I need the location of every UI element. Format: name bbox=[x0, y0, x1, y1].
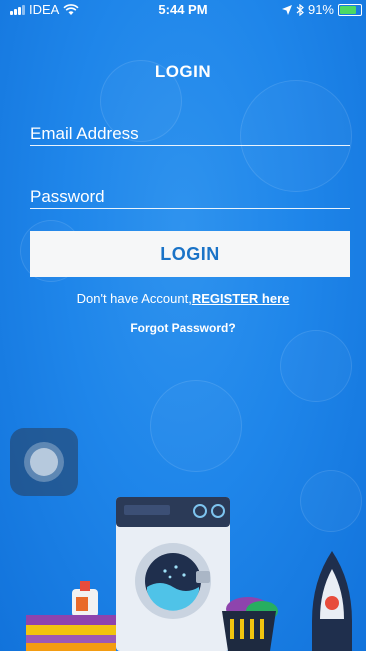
forgot-password-link[interactable]: Forgot Password? bbox=[0, 321, 366, 335]
laundry-basket-icon bbox=[222, 597, 278, 651]
battery-percent: 91% bbox=[307, 2, 334, 17]
status-bar: IDEA 5:44 PM 91% bbox=[0, 0, 366, 20]
email-field bbox=[30, 124, 350, 146]
battery-icon bbox=[338, 3, 362, 16]
background-bubble bbox=[150, 380, 242, 472]
password-field bbox=[30, 187, 350, 209]
login-button[interactable]: LOGIN bbox=[30, 231, 350, 277]
towel-stack-icon bbox=[26, 615, 116, 651]
iron-icon bbox=[312, 551, 352, 651]
laundry-illustration bbox=[26, 497, 352, 651]
location-icon bbox=[281, 4, 292, 15]
login-screen: IDEA 5:44 PM 91% LOGIN LOGIN Don't have … bbox=[0, 0, 366, 651]
background-bubble bbox=[280, 330, 352, 402]
email-input[interactable] bbox=[30, 124, 350, 145]
assistive-touch-dot bbox=[30, 448, 58, 476]
register-link[interactable]: REGISTER here bbox=[192, 291, 290, 306]
register-prompt: Don't have Account,REGISTER here bbox=[0, 291, 366, 306]
page-title: LOGIN bbox=[154, 62, 212, 81]
washing-machine-icon bbox=[116, 497, 230, 651]
bluetooth-icon bbox=[296, 3, 304, 16]
register-prefix-text: Don't have Account, bbox=[76, 291, 192, 306]
password-input[interactable] bbox=[30, 187, 350, 208]
detergent-icon bbox=[72, 581, 98, 617]
assistive-touch-icon[interactable] bbox=[10, 428, 78, 496]
